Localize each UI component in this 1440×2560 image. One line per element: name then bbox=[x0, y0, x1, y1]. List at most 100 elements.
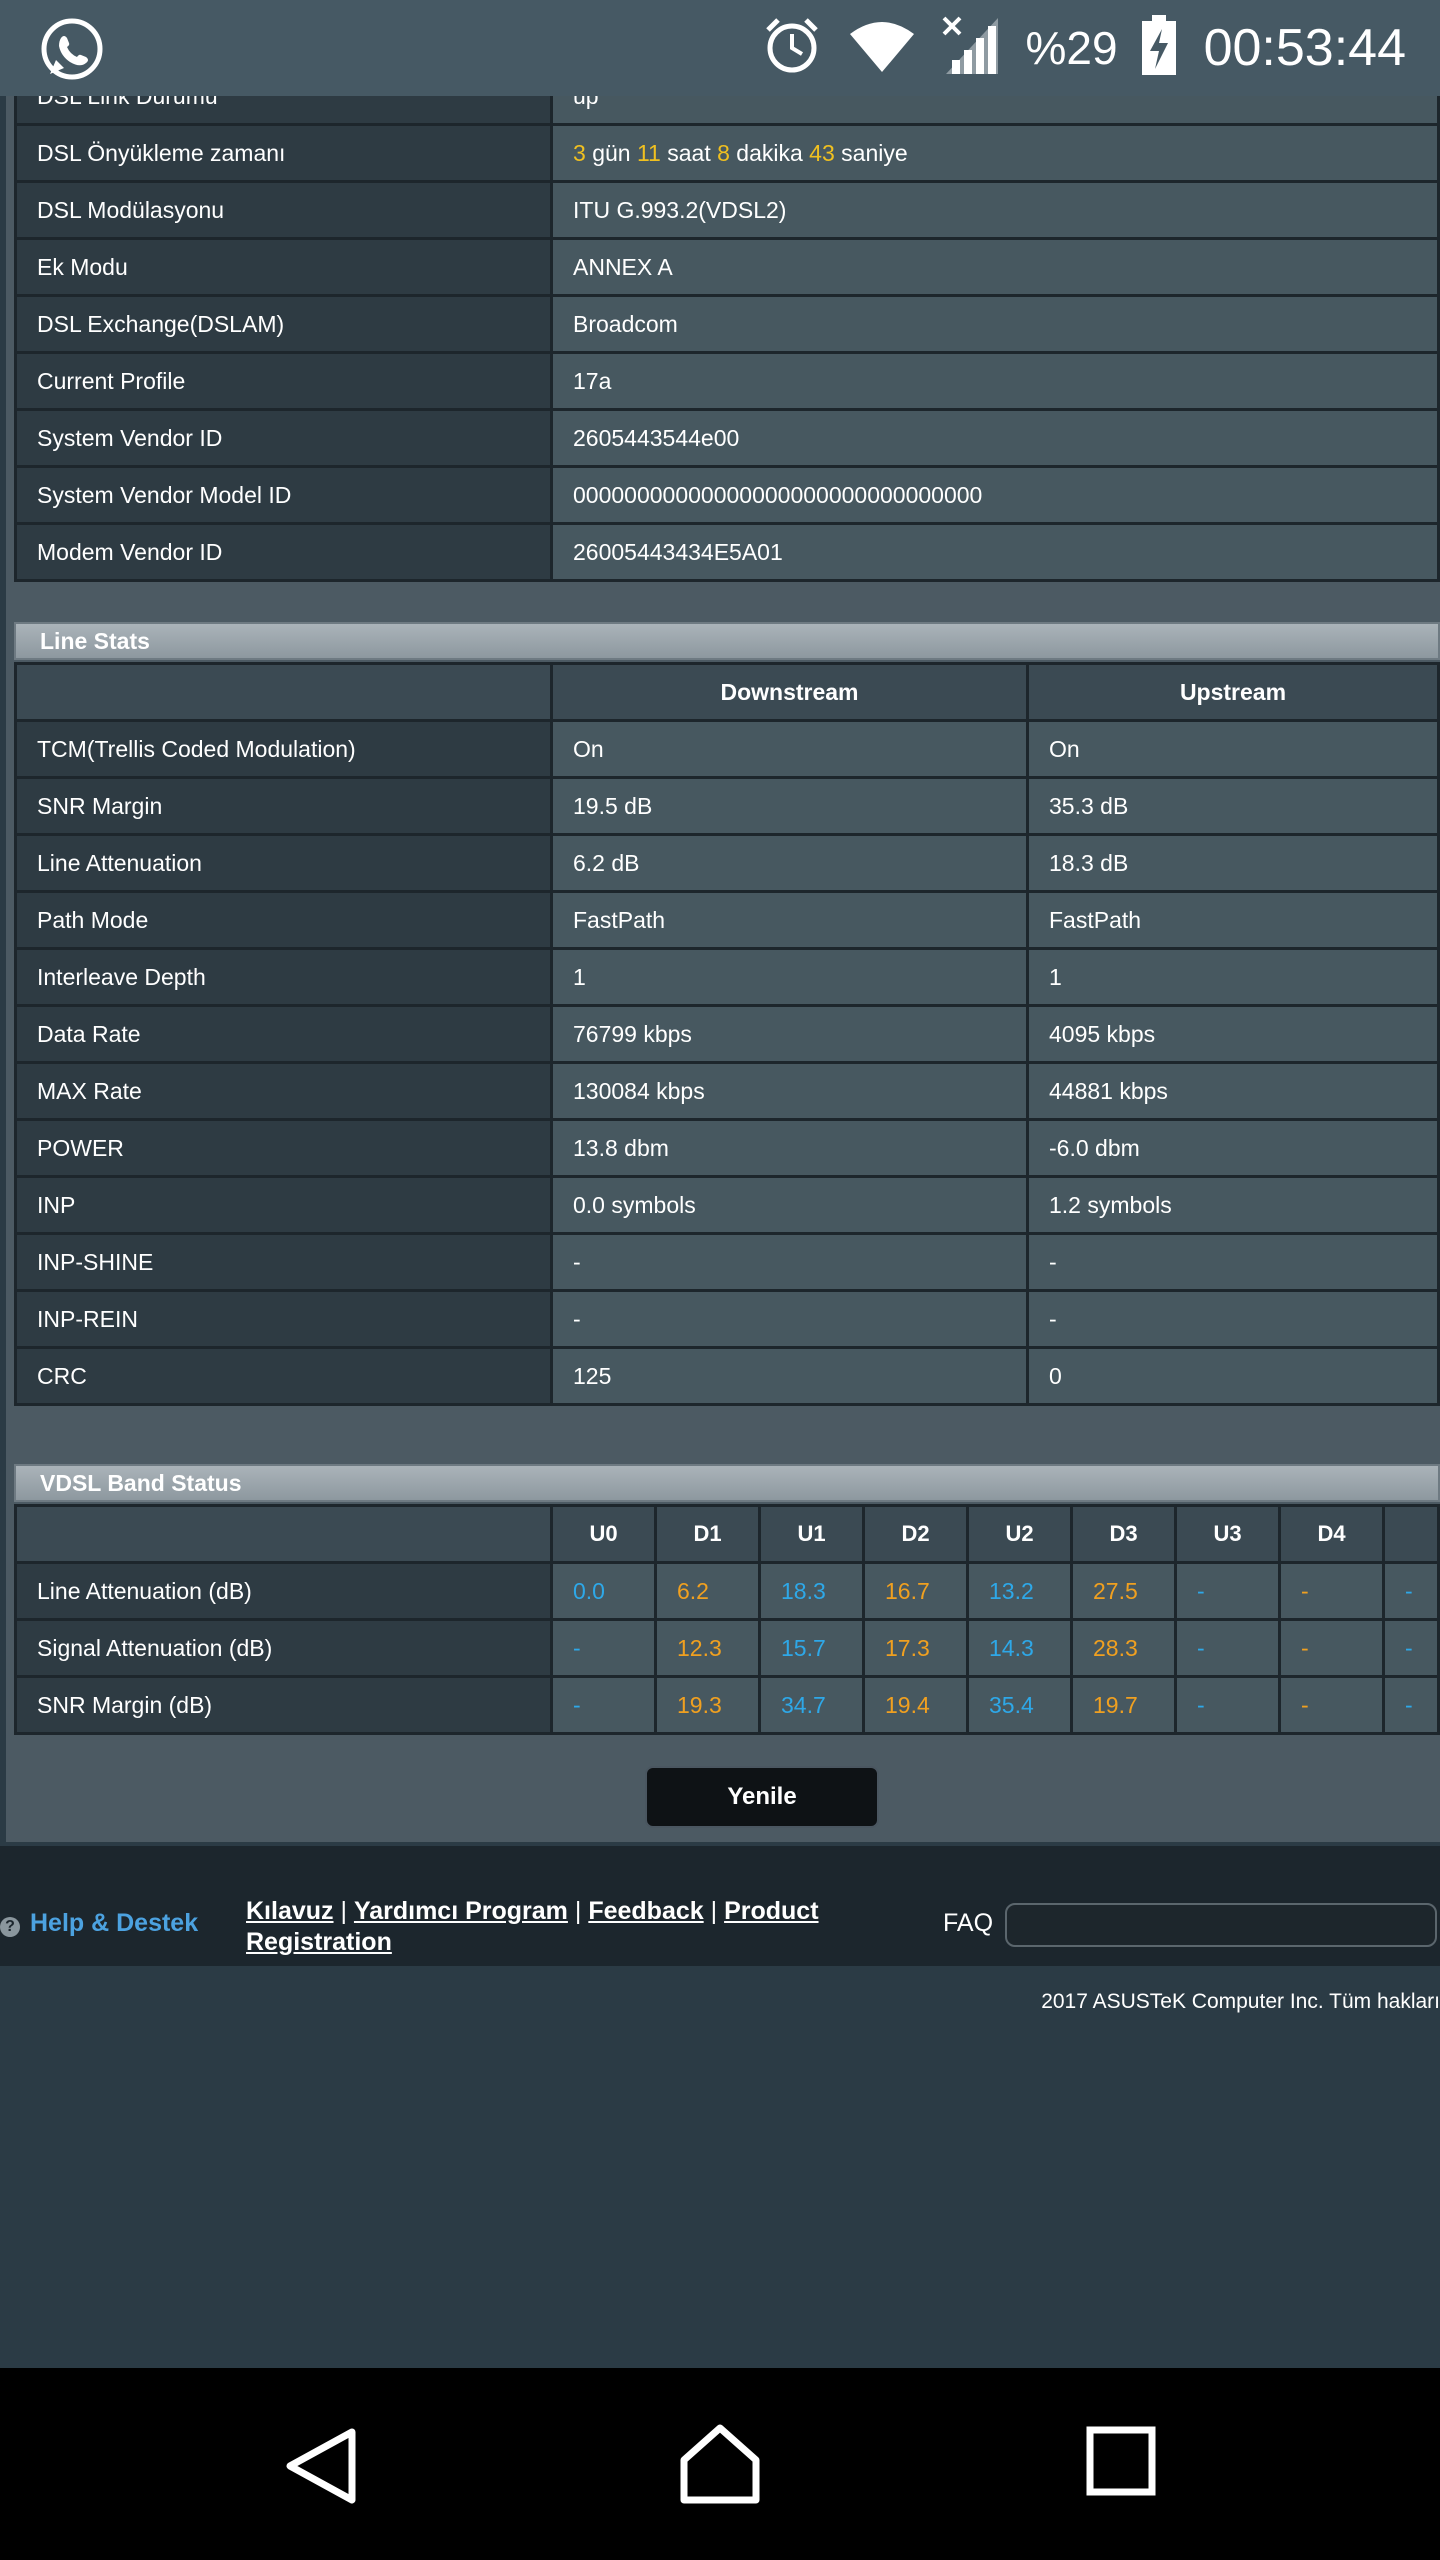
band-value: - bbox=[550, 1675, 657, 1735]
table-row: Path Mode FastPath FastPath bbox=[14, 890, 1440, 950]
downstream-value: 125 bbox=[550, 1346, 1029, 1406]
band-value: 6.2 bbox=[654, 1561, 761, 1621]
uptime-days-unit: gün bbox=[592, 139, 631, 166]
band-header-extra bbox=[1382, 1504, 1440, 1564]
uptime-days: 3 bbox=[573, 139, 586, 166]
faq-search-input[interactable] bbox=[1005, 1903, 1437, 1947]
uptime-seconds: 43 bbox=[809, 139, 835, 166]
vdsl-band-header: VDSL Band Status bbox=[14, 1464, 1440, 1502]
table-row: POWER 13.8 dbm -6.0 dbm bbox=[14, 1118, 1440, 1178]
row-label: SNR Margin bbox=[14, 776, 553, 836]
band-header-d2: D2 bbox=[862, 1504, 969, 1564]
table-row: Ek Modu ANNEX A bbox=[14, 237, 1440, 297]
table-row: INP-SHINE - - bbox=[14, 1232, 1440, 1292]
row-label: DSL Önyükleme zamanı bbox=[14, 123, 553, 183]
table-row: SNR Margin 19.5 dB 35.3 dB bbox=[14, 776, 1440, 836]
band-value: - bbox=[1174, 1675, 1281, 1735]
dsl-info-table: DSL Link Durumu up DSL Önyükleme zamanı … bbox=[14, 96, 1440, 582]
band-value: - bbox=[550, 1618, 657, 1678]
row-label: TCM(Trellis Coded Modulation) bbox=[14, 719, 553, 779]
upstream-header: Upstream bbox=[1026, 662, 1440, 722]
feedback-link[interactable]: Feedback bbox=[588, 1897, 703, 1925]
table-row: INP-REIN - - bbox=[14, 1289, 1440, 1349]
band-value: 19.7 bbox=[1070, 1675, 1177, 1735]
band-header-d1: D1 bbox=[654, 1504, 761, 1564]
downstream-header: Downstream bbox=[550, 662, 1029, 722]
refresh-button[interactable]: Yenile bbox=[645, 1766, 879, 1828]
downstream-value: - bbox=[550, 1289, 1029, 1349]
faq-label: FAQ bbox=[943, 1909, 994, 1937]
band-value: 12.3 bbox=[654, 1618, 761, 1678]
row-label: Ek Modu bbox=[14, 237, 553, 297]
line-stats-header: Line Stats bbox=[14, 622, 1440, 660]
band-header-u1: U1 bbox=[758, 1504, 865, 1564]
row-label: DSL Exchange(DSLAM) bbox=[14, 294, 553, 354]
home-icon[interactable] bbox=[678, 2422, 762, 2506]
table-row: MAX Rate 130084 kbps 44881 kbps bbox=[14, 1061, 1440, 1121]
row-label: Current Profile bbox=[14, 351, 553, 411]
row-value: up bbox=[550, 96, 1440, 126]
signal-icon bbox=[942, 16, 1000, 81]
row-label: Modem Vendor ID bbox=[14, 522, 553, 582]
uptime-hours-unit: saat bbox=[667, 139, 711, 166]
utility-link[interactable]: Yardımcı Program bbox=[354, 1897, 568, 1925]
table-row: Modem Vendor ID 26005443434E5A01 bbox=[14, 522, 1440, 582]
back-icon[interactable] bbox=[282, 2426, 362, 2506]
link-separator: | bbox=[340, 1897, 347, 1925]
question-icon: ? bbox=[0, 1917, 20, 1937]
copyright: 2017 ASUSTeK Computer Inc. Tüm hakları bbox=[1041, 1990, 1440, 2013]
table-header-row: U0 D1 U1 D2 U2 D3 U3 D4 bbox=[14, 1504, 1440, 1564]
table-row: System Vendor ID 2605443544e00 bbox=[14, 408, 1440, 468]
downstream-value: 1 bbox=[550, 947, 1029, 1007]
row-value: 2605443544e00 bbox=[550, 408, 1440, 468]
uptime-seconds-unit: saniye bbox=[841, 139, 908, 166]
band-value: 27.5 bbox=[1070, 1561, 1177, 1621]
row-value: Broadcom bbox=[550, 294, 1440, 354]
band-value: 28.3 bbox=[1070, 1618, 1177, 1678]
clock: 00:53:44 bbox=[1203, 19, 1406, 77]
row-label: CRC bbox=[14, 1346, 553, 1406]
recent-apps-icon[interactable] bbox=[1086, 2426, 1156, 2496]
empty-header bbox=[14, 1504, 553, 1564]
band-value: 13.2 bbox=[966, 1561, 1073, 1621]
band-value: 17.3 bbox=[862, 1618, 969, 1678]
row-label: SNR Margin (dB) bbox=[14, 1675, 553, 1735]
battery-charging-icon bbox=[1140, 14, 1178, 82]
band-value: 19.3 bbox=[654, 1675, 761, 1735]
vdsl-band-table: U0 D1 U1 D2 U2 D3 U3 D4 Line Attenuation (dB) 0.… bbox=[14, 1504, 1440, 1735]
uptime-hours: 11 bbox=[636, 139, 661, 166]
table-header-row: Downstream Upstream bbox=[14, 662, 1440, 722]
upstream-value: 35.3 dB bbox=[1026, 776, 1440, 836]
help-link[interactable]: ? Help & Destek bbox=[0, 1909, 198, 1938]
navigation-bar bbox=[0, 2368, 1440, 2560]
row-value: ANNEX A bbox=[550, 237, 1440, 297]
band-value: 34.7 bbox=[758, 1675, 865, 1735]
downstream-value: 0.0 symbols bbox=[550, 1175, 1029, 1235]
upstream-value: 4095 kbps bbox=[1026, 1004, 1440, 1064]
upstream-value: 0 bbox=[1026, 1346, 1440, 1406]
empty-header bbox=[14, 662, 553, 722]
row-label: INP-REIN bbox=[14, 1289, 553, 1349]
band-value: 0.0 bbox=[550, 1561, 657, 1621]
manual-link[interactable]: Kılavuz bbox=[246, 1897, 334, 1925]
upstream-value: - bbox=[1026, 1289, 1440, 1349]
row-label: Data Rate bbox=[14, 1004, 553, 1064]
table-row: DSL Modülasyonu ITU G.993.2(VDSL2) bbox=[14, 180, 1440, 240]
row-label: DSL Modülasyonu bbox=[14, 180, 553, 240]
band-header-d3: D3 bbox=[1070, 1504, 1177, 1564]
row-label: Signal Attenuation (dB) bbox=[14, 1618, 553, 1678]
upstream-value: 44881 kbps bbox=[1026, 1061, 1440, 1121]
uptime-minutes: 8 bbox=[717, 139, 730, 166]
row-label: DSL Link Durumu bbox=[14, 96, 553, 126]
whatsapp-icon[interactable] bbox=[36, 14, 108, 86]
table-row: Data Rate 76799 kbps 4095 kbps bbox=[14, 1004, 1440, 1064]
downstream-value: On bbox=[550, 719, 1029, 779]
table-row: Current Profile 17a bbox=[14, 351, 1440, 411]
row-label: INP bbox=[14, 1175, 553, 1235]
row-label: MAX Rate bbox=[14, 1061, 553, 1121]
row-label: Line Attenuation bbox=[14, 833, 553, 893]
band-value: - bbox=[1278, 1675, 1385, 1735]
uptime-value: 3 gün 11 saat 8 dakika 43 saniye bbox=[550, 123, 1440, 183]
upstream-value: 1 bbox=[1026, 947, 1440, 1007]
band-value: 19.4 bbox=[862, 1675, 969, 1735]
